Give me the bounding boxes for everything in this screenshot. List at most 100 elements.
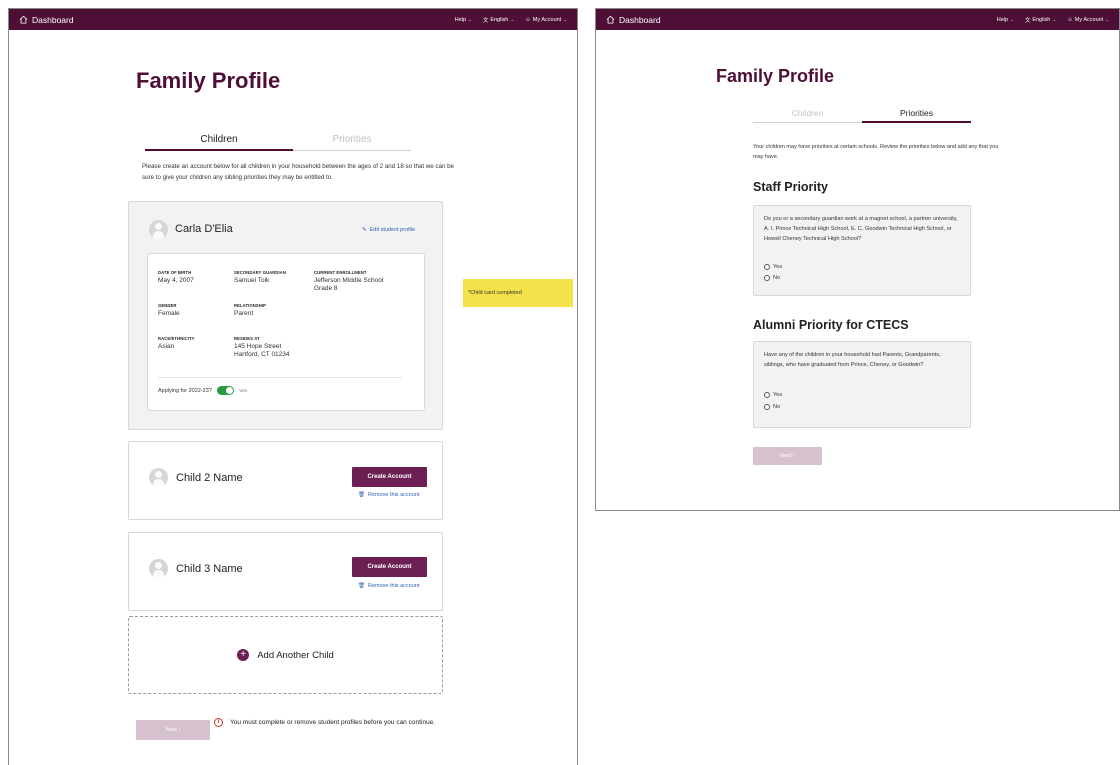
resides-city: Hartford, CT 01234 bbox=[234, 351, 290, 358]
alumni-yes-radio[interactable]: Yes bbox=[764, 392, 782, 398]
yes-label: Yes bbox=[773, 392, 783, 398]
staff-priority-title: Staff Priority bbox=[753, 180, 829, 194]
avatar bbox=[149, 559, 168, 578]
child-1-details: DATE OF BIRTH May 4, 2007 SECONDARY GUAR… bbox=[147, 253, 425, 411]
account-menu[interactable]: ☺ My Account ⌄ bbox=[1067, 17, 1109, 23]
add-another-child-card[interactable]: + Add Another Child bbox=[128, 616, 443, 694]
tab-children[interactable]: Children bbox=[145, 134, 293, 151]
no-label: No bbox=[773, 404, 781, 410]
child-card-1: Carla D'Elia ✎ Edit student profile DATE… bbox=[128, 201, 443, 430]
account-label: My Account bbox=[1074, 16, 1104, 23]
translate-icon: 文 bbox=[482, 17, 489, 24]
help-menu[interactable]: Help ⌄ bbox=[997, 17, 1014, 23]
add-child-label: Add Another Child bbox=[257, 649, 334, 661]
children-intro: Please create an account below for all c… bbox=[142, 163, 454, 181]
chevron-down-icon: ⌄ bbox=[1052, 16, 1057, 22]
applying-toggle[interactable] bbox=[216, 386, 234, 395]
chevron-down-icon: ⌄ bbox=[510, 16, 515, 22]
child-card-3: Child 3 Name Create Account 🗑 Remove thi… bbox=[128, 532, 443, 611]
help-menu[interactable]: Help ⌄ bbox=[455, 17, 472, 23]
resides-field: RESIDES AT 145 Hope Street Hartford, CT … bbox=[234, 336, 290, 359]
help-label: Help bbox=[996, 16, 1009, 23]
remove-account-link[interactable]: 🗑 Remove this account bbox=[358, 492, 419, 498]
gender-field: GENDER Female bbox=[158, 303, 180, 318]
annotation-sticky-note: *Child card completed bbox=[463, 279, 573, 307]
dob-field: DATE OF BIRTH May 4, 2007 bbox=[158, 270, 194, 285]
trash-icon: 🗑 bbox=[358, 583, 365, 589]
edit-student-profile-link[interactable]: ✎ Edit student profile bbox=[362, 227, 415, 233]
yes-label: Yes bbox=[773, 264, 783, 270]
applying-label: Applying for 2022-23? bbox=[158, 387, 212, 394]
account-label: My Account bbox=[532, 16, 562, 23]
home-icon bbox=[606, 15, 615, 24]
top-nav-bar: Dashboard Help ⌄ 文 English ⌄ ☺ My Account ⌄ bbox=[596, 9, 1119, 30]
remove-account-link[interactable]: 🗑 Remove this account bbox=[358, 583, 419, 589]
page-title: Family Profile bbox=[716, 66, 835, 86]
chevron-down-icon: ⌄ bbox=[1105, 16, 1109, 22]
avatar bbox=[149, 468, 168, 487]
applying-row: Applying for 2022-23? YES bbox=[158, 386, 247, 395]
plus-icon: + bbox=[237, 649, 250, 661]
nav-menu: Help ⌄ 文 English ⌄ ☺ My Account ⌄ bbox=[997, 16, 1109, 24]
language-menu[interactable]: 文 English ⌄ bbox=[1025, 16, 1056, 24]
child-2-name: Child 2 Name bbox=[176, 472, 243, 484]
child-card-2: Child 2 Name Create Account 🗑 Remove thi… bbox=[128, 441, 443, 520]
edit-label: Edit student profile bbox=[369, 227, 416, 233]
guardian-label: SECONDARY GUARDIAN bbox=[234, 270, 287, 275]
resides-street: 145 Hope Street bbox=[234, 343, 282, 350]
dashboard-link[interactable]: Dashboard bbox=[606, 15, 661, 25]
dashboard-link[interactable]: Dashboard bbox=[19, 15, 74, 25]
dob-value: May 4, 2007 bbox=[158, 277, 194, 284]
user-icon: ☺ bbox=[525, 16, 531, 23]
relationship-field: RELATIONSHIP Parent bbox=[234, 303, 266, 318]
avatar bbox=[149, 220, 168, 239]
create-account-button[interactable]: Create Account bbox=[352, 557, 427, 577]
warning-text: You must complete or remove student prof… bbox=[230, 719, 435, 726]
staff-no-radio[interactable]: No bbox=[764, 275, 780, 281]
alumni-no-radio[interactable]: No bbox=[764, 404, 780, 410]
tab-priorities[interactable]: Priorities bbox=[862, 108, 971, 123]
radio-icon bbox=[764, 392, 770, 398]
trash-icon: 🗑 bbox=[358, 492, 365, 498]
home-icon bbox=[19, 15, 28, 24]
chevron-down-icon: ⌄ bbox=[563, 16, 567, 22]
language-label: English bbox=[1032, 16, 1051, 23]
enrollment-grade: Grade 8 bbox=[314, 285, 338, 292]
guardian-value: Samuel Tolk bbox=[234, 277, 270, 284]
translate-icon: 文 bbox=[1024, 17, 1031, 24]
top-nav-bar: Dashboard Help ⌄ 文 English ⌄ ☺ My Account ⌄ bbox=[9, 9, 577, 30]
remove-label: Remove this account bbox=[367, 492, 420, 498]
gender-label: GENDER bbox=[158, 303, 177, 308]
priorities-intro: Your children may have priorities at cer… bbox=[753, 144, 999, 160]
create-account-button[interactable]: Create Account bbox=[352, 467, 427, 487]
radio-icon bbox=[764, 264, 770, 270]
next-button[interactable]: Next › bbox=[753, 447, 822, 465]
incomplete-warning: i You must complete or remove student pr… bbox=[214, 718, 435, 727]
tab-children[interactable]: Children bbox=[753, 108, 862, 123]
enrollment-school: Jefferson Middle School bbox=[314, 277, 384, 284]
staff-priority-question: Do you or a secondary guardian work at a… bbox=[764, 216, 958, 242]
language-menu[interactable]: 文 English ⌄ bbox=[483, 16, 514, 24]
no-label: No bbox=[773, 275, 781, 281]
user-icon: ☺ bbox=[1067, 16, 1073, 23]
relationship-label: RELATIONSHIP bbox=[234, 303, 267, 308]
race-label: RACE/ETHNICITY bbox=[158, 336, 195, 341]
staff-priority-card: Do you or a secondary guardian work at a… bbox=[753, 205, 971, 296]
staff-yes-radio[interactable]: Yes bbox=[764, 264, 782, 270]
account-menu[interactable]: ☺ My Account ⌄ bbox=[525, 17, 567, 23]
alumni-priority-card: Have any of the children in your househo… bbox=[753, 341, 971, 428]
info-icon: i bbox=[214, 718, 223, 727]
guardian-field: SECONDARY GUARDIAN Samuel Tolk bbox=[234, 270, 286, 285]
applying-value: YES bbox=[238, 388, 247, 393]
race-field: RACE/ETHNICITY Asian bbox=[158, 336, 195, 351]
divider bbox=[158, 377, 402, 378]
radio-icon bbox=[764, 275, 770, 281]
resides-label: RESIDES AT bbox=[234, 336, 260, 341]
chevron-down-icon: ⌄ bbox=[1010, 16, 1014, 22]
tab-priorities[interactable]: Priorities bbox=[293, 134, 411, 151]
next-button[interactable]: Next › bbox=[136, 720, 210, 740]
enrollment-field: CURRENT ENROLLMENT Jefferson Middle Scho… bbox=[314, 270, 383, 293]
remove-label: Remove this account bbox=[367, 583, 420, 589]
help-label: Help bbox=[454, 16, 467, 23]
page-title: Family Profile bbox=[136, 68, 281, 93]
